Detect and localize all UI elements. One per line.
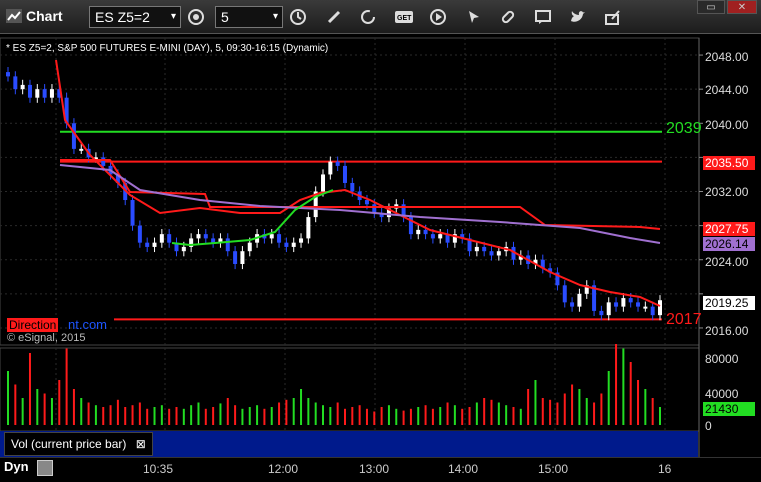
candle-body — [196, 234, 201, 239]
candle-body — [35, 89, 40, 98]
candle-body — [277, 234, 282, 243]
volume-tag: 21430 — [703, 402, 755, 416]
candle-body — [152, 242, 157, 247]
last-price-tag: 2019.25 — [703, 296, 755, 310]
candle-body — [13, 76, 18, 90]
candle-body — [342, 165, 347, 183]
candle-body — [606, 302, 611, 316]
candle-body — [299, 238, 304, 243]
time-tick: 12:00 — [268, 462, 299, 476]
candle-body — [6, 72, 10, 77]
candle-body — [101, 157, 106, 166]
candle-body — [570, 302, 575, 307]
candle-body — [284, 242, 289, 247]
price-tick: 2044.00 — [705, 83, 749, 97]
candle-body — [658, 300, 662, 316]
candle-body — [335, 161, 340, 166]
lock-icon[interactable] — [37, 460, 53, 476]
volume-tick: 40000 — [705, 387, 739, 401]
candle-body — [577, 293, 582, 307]
candle-body — [306, 217, 311, 239]
candle-body — [233, 251, 238, 264]
price-tick: 2024.00 — [705, 255, 749, 269]
candle-body — [167, 234, 172, 243]
candle-body — [49, 89, 54, 98]
candle-body — [482, 246, 487, 252]
price-tick: 2040.00 — [705, 118, 749, 132]
candle-body — [42, 89, 47, 98]
price-tick: 2032.00 — [705, 185, 749, 199]
close-icon[interactable]: ⊠ — [136, 437, 146, 451]
candle-body — [145, 242, 150, 247]
red-line-tag: 2035.50 — [703, 156, 755, 170]
candle-body — [159, 234, 164, 243]
candle-body — [496, 251, 501, 256]
candle-body — [350, 182, 355, 192]
time-tick: 14:00 — [448, 462, 479, 476]
candle-body — [130, 200, 135, 226]
time-tick: 13:00 — [359, 462, 390, 476]
candle-body — [643, 306, 648, 309]
candle-body — [636, 302, 641, 307]
volume-tick: 80000 — [705, 352, 739, 366]
ma-purple-tag: 2026.14 — [703, 237, 755, 251]
volume-label-text: Vol (current price bar) — [11, 437, 127, 451]
time-tick: 10:35 — [143, 462, 174, 476]
candle-body — [562, 285, 567, 303]
direction-label: Direction — [7, 318, 59, 332]
candle-body — [628, 298, 633, 303]
candle-body — [79, 148, 84, 151]
price-tick: 2048.00 — [705, 50, 749, 64]
volume-label[interactable]: Vol (current price bar) ⊠ — [4, 432, 153, 456]
candle-body — [321, 174, 326, 192]
candle-body — [20, 84, 25, 90]
chart-header: * ES Z5=2, S&P 500 FUTURES E-MINI (DAY),… — [6, 43, 329, 54]
candle-body — [364, 200, 369, 205]
candle-body — [225, 238, 230, 252]
candle-body — [211, 238, 216, 243]
candle-body — [423, 229, 428, 235]
ma-red-tag: 2027.75 — [703, 222, 755, 236]
price-tick: 2016.00 — [705, 324, 749, 338]
volume-tick: 0 — [705, 419, 712, 433]
direction-suffix: nt.com — [68, 317, 108, 332]
candle-body — [599, 310, 604, 316]
candle-body — [430, 234, 435, 239]
candle-body — [247, 242, 252, 252]
candle-body — [240, 251, 245, 264]
dynamic-mode-label[interactable]: Dyn — [4, 459, 29, 474]
candle-body — [137, 225, 142, 243]
candle-body — [291, 242, 296, 247]
candle-body — [181, 246, 186, 252]
candle-body — [614, 302, 619, 307]
candle-body — [438, 234, 443, 239]
candle-body — [27, 84, 32, 98]
bottom-line-tag: 2017 — [666, 311, 702, 328]
candle-body — [650, 306, 655, 316]
price-chart[interactable] — [0, 0, 761, 481]
candle-body — [474, 246, 479, 252]
candle-body — [489, 251, 494, 256]
watermark: © eSignal, 2015 — [7, 332, 86, 344]
candle-body — [269, 234, 274, 239]
candle-body — [328, 161, 333, 175]
time-tick: 15:00 — [538, 462, 569, 476]
top-line-tag: 2039 — [666, 120, 702, 137]
candle-body — [372, 204, 377, 213]
candle-body — [621, 298, 626, 307]
candle-body — [416, 229, 421, 235]
candle-body — [203, 234, 208, 239]
time-tick: 16 — [658, 462, 672, 476]
